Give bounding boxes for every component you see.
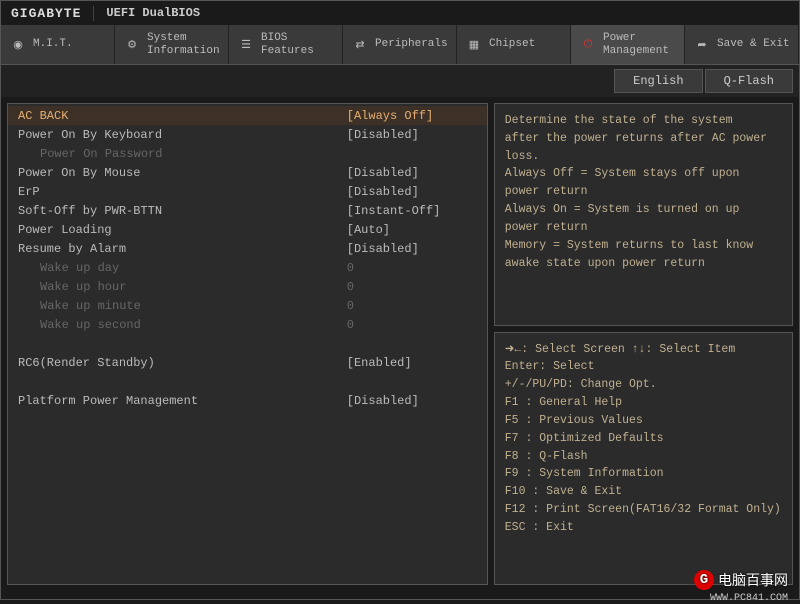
setting-value: 0 — [347, 280, 477, 294]
setting-value: [Disabled] — [347, 242, 477, 256]
key-hint: F12 : Print Screen(FAT16/32 Format Only) — [505, 501, 782, 519]
tab-bios-features[interactable]: ☰ BIOSFeatures — [229, 25, 343, 64]
key-hint: F9 : System Information — [505, 465, 782, 483]
tab-m.i.t.[interactable]: ◉ M.I.T. — [1, 25, 115, 64]
setting-row[interactable]: Resume by Alarm[Disabled] — [8, 239, 487, 258]
setting-row[interactable]: Soft-Off by PWR-BTTN[Instant-Off] — [8, 201, 487, 220]
setting-row[interactable]: AC BACK[Always Off] — [8, 106, 487, 125]
setting-row[interactable]: Power On By Keyboard[Disabled] — [8, 125, 487, 144]
help-text: power return — [505, 183, 782, 201]
watermark-text: 电脑百事网 — [718, 570, 788, 590]
setting-value: [Disabled] — [347, 166, 477, 180]
setting-row[interactable]: RC6(Render Standby)[Enabled] — [8, 353, 487, 372]
tab-power-management[interactable]: ⏻ PowerManagement — [571, 25, 685, 64]
setting-label: Soft-Off by PWR-BTTN — [18, 204, 347, 218]
key-hint: F1 : General Help — [505, 394, 782, 412]
language-button[interactable]: English — [614, 69, 702, 93]
setting-value: [Disabled] — [347, 394, 477, 408]
tab-icon: ⇄ — [351, 36, 369, 54]
settings-panel: AC BACK[Always Off]Power On By Keyboard[… — [7, 103, 488, 585]
help-text: Always Off = System stays off upon — [505, 165, 782, 183]
key-hint: +/-/PU/PD: Change Opt. — [505, 376, 782, 394]
watermark-url: WWW.PC841.COM — [710, 593, 788, 604]
key-hint: ESC : Exit — [505, 519, 782, 537]
main-area: AC BACK[Always Off]Power On By Keyboard[… — [1, 97, 799, 591]
setting-label: Wake up hour — [18, 280, 347, 294]
setting-label: Wake up minute — [18, 299, 347, 313]
setting-row[interactable]: ErP[Disabled] — [8, 182, 487, 201]
tab-icon: ⏻ — [579, 36, 597, 54]
setting-row: Power On Password — [8, 144, 487, 163]
help-text: Memory = System returns to last know — [505, 237, 782, 255]
setting-value: [Auto] — [347, 223, 477, 237]
tab-label: Chipset — [489, 38, 535, 50]
setting-label: Power On Password — [18, 147, 347, 161]
setting-value: [Disabled] — [347, 128, 477, 142]
tab-label: M.I.T. — [33, 38, 73, 50]
setting-value: [Always Off] — [347, 109, 477, 123]
tab-icon: ⚙ — [123, 36, 141, 54]
tab-icon: ◉ — [9, 36, 27, 54]
setting-label: Power Loading — [18, 223, 347, 237]
key-hint: F5 : Previous Values — [505, 412, 782, 430]
tab-save-&-exit[interactable]: ➦ Save & Exit — [685, 25, 799, 64]
setting-row: Wake up hour0 — [8, 277, 487, 296]
setting-label: Power On By Mouse — [18, 166, 347, 180]
tab-label: SystemInformation — [147, 32, 220, 56]
watermark-logo-icon: G — [694, 570, 714, 590]
setting-value: 0 — [347, 261, 477, 275]
setting-label: Power On By Keyboard — [18, 128, 347, 142]
help-text: after the power returns after AC power — [505, 130, 782, 148]
setting-row[interactable]: Power On By Mouse[Disabled] — [8, 163, 487, 182]
tab-icon: ➦ — [693, 36, 711, 54]
key-help-panel: ➜←: Select Screen ↑↓: Select Item Enter:… — [494, 332, 793, 585]
setting-row — [8, 334, 487, 353]
title-bar: GIGABYTE UEFI DualBIOS — [1, 1, 799, 25]
watermark: G 电脑百事网 — [694, 570, 788, 590]
setting-row: Wake up day0 — [8, 258, 487, 277]
tab-label: BIOSFeatures — [261, 32, 314, 56]
qflash-button[interactable]: Q-Flash — [705, 69, 793, 93]
tab-peripherals[interactable]: ⇄ Peripherals — [343, 25, 457, 64]
setting-label: Wake up day — [18, 261, 347, 275]
key-hint: F8 : Q-Flash — [505, 448, 782, 466]
key-nav: ➜←: Select Screen ↑↓: Select Item — [505, 341, 782, 359]
setting-value: 0 — [347, 318, 477, 332]
brand: GIGABYTE — [11, 6, 94, 21]
key-hint: F10 : Save & Exit — [505, 483, 782, 501]
setting-label: Platform Power Management — [18, 394, 347, 408]
setting-value: [Enabled] — [347, 356, 477, 370]
help-text: Always On = System is turned on up — [505, 201, 782, 219]
setting-row: Wake up second0 — [8, 315, 487, 334]
help-text: power return — [505, 219, 782, 237]
help-panel: Determine the state of the system after … — [494, 103, 793, 326]
setting-value: 0 — [347, 299, 477, 313]
setting-row[interactable]: Power Loading[Auto] — [8, 220, 487, 239]
tab-label: Save & Exit — [717, 38, 790, 50]
setting-label: AC BACK — [18, 109, 347, 123]
main-tabs: ◉ M.I.T. ⚙ SystemInformation ☰ BIOSFeatures ⇄ P… — [1, 25, 799, 65]
setting-label: RC6(Render Standby) — [18, 356, 347, 370]
tab-icon: ☰ — [237, 36, 255, 54]
sub-toolbar: English Q-Flash — [1, 65, 799, 97]
help-text: loss. — [505, 148, 782, 166]
tab-label: PowerManagement — [603, 32, 669, 56]
tab-chipset[interactable]: ▦ Chipset — [457, 25, 571, 64]
tab-label: Peripherals — [375, 38, 448, 50]
setting-label: Wake up second — [18, 318, 347, 332]
tab-icon: ▦ — [465, 36, 483, 54]
tab-system-information[interactable]: ⚙ SystemInformation — [115, 25, 229, 64]
key-hint: Enter: Select — [505, 358, 782, 376]
key-hint: F7 : Optimized Defaults — [505, 430, 782, 448]
help-text: awake state upon power return — [505, 255, 782, 273]
setting-label: ErP — [18, 185, 347, 199]
setting-row — [8, 372, 487, 391]
help-text: Determine the state of the system — [505, 112, 782, 130]
setting-value: [Disabled] — [347, 185, 477, 199]
subbrand: UEFI DualBIOS — [106, 6, 200, 20]
setting-row[interactable]: Platform Power Management[Disabled] — [8, 391, 487, 410]
setting-label: Resume by Alarm — [18, 242, 347, 256]
setting-row: Wake up minute0 — [8, 296, 487, 315]
setting-value: [Instant-Off] — [347, 204, 477, 218]
